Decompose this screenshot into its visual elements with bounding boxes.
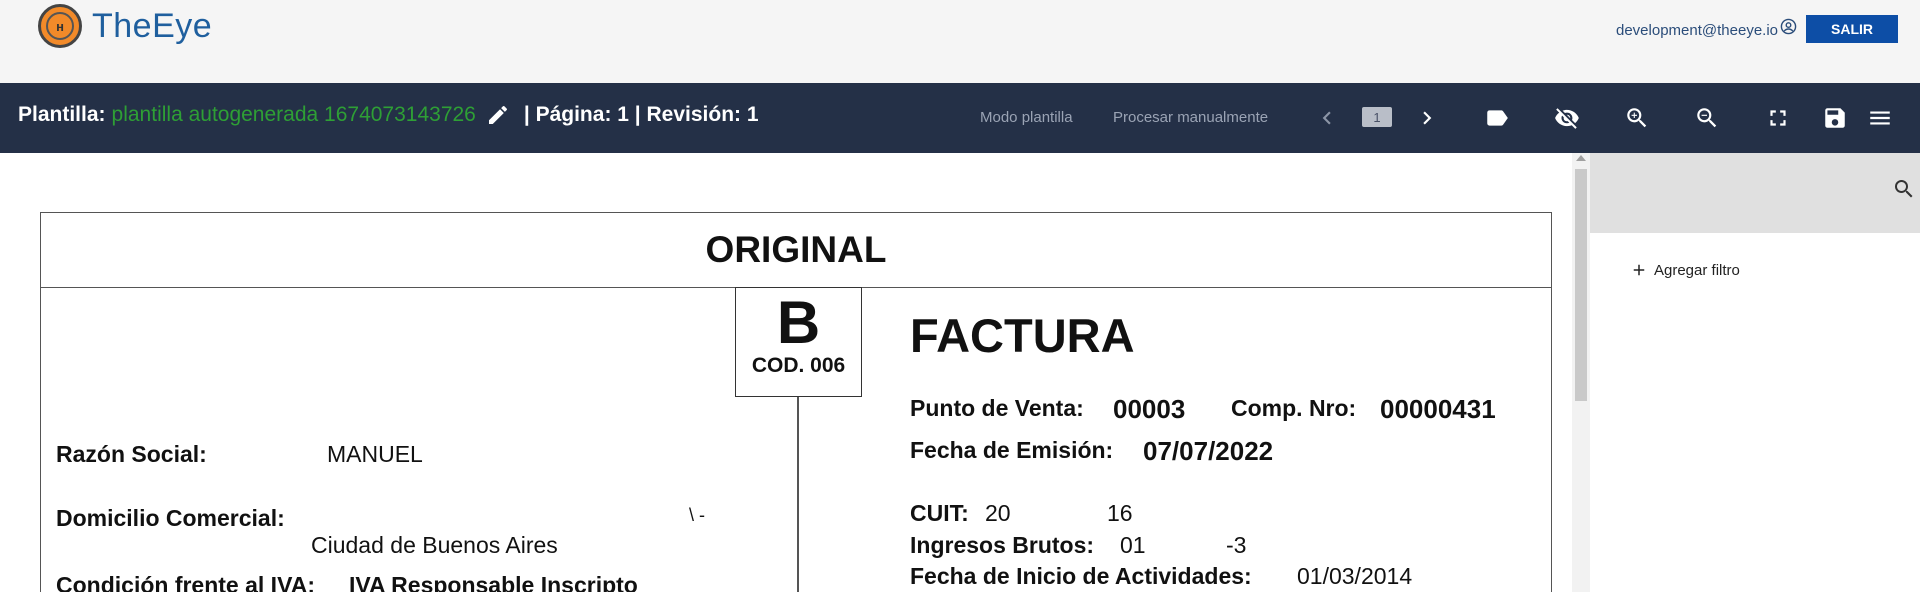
edit-pencil-icon[interactable] [486,103,510,127]
save-icon[interactable] [1822,105,1848,131]
logout-button[interactable]: SALIR [1806,15,1898,43]
scroll-up-arrow-icon[interactable] [1576,155,1586,161]
label-tag-icon[interactable] [1484,105,1510,131]
activity-start-value: 01/03/2014 [1297,563,1413,589]
fullscreen-icon[interactable] [1765,105,1791,131]
page-revision-info: | Página: 1 | Revisión: 1 [523,103,759,126]
comp-number-value: 00000431 [1380,394,1496,424]
top-header: ʜ TheEye development@theeye.io SALIR [0,0,1920,83]
invoice-page: ORIGINAL B COD. 006 Razón Social: MANUEL… [40,212,1552,592]
column-divider [797,397,799,592]
activity-start-label: Fecha de Inicio de Actividades: [910,563,1252,589]
gross-income-prefix: 01 [1120,532,1146,558]
chevron-right-icon[interactable] [1414,105,1440,131]
template-mode-button[interactable]: Modo plantilla [980,109,1073,126]
city-value: Ciudad de Buenos Aires [311,532,558,558]
template-label: Plantilla: [18,103,106,126]
cuit-prefix: 20 [985,500,1011,526]
iva-condition-label: Condición frente al IVA: [56,572,315,592]
gross-income-suffix: -3 [1226,532,1247,558]
menu-icon[interactable] [1867,105,1893,131]
add-filter-button[interactable]: Agregar filtro [1630,261,1740,279]
document-scrollbar[interactable] [1572,153,1590,592]
iva-condition-value: IVA Responsable Inscripto [349,572,638,592]
app-logo[interactable]: ʜ TheEye [38,4,212,48]
cuit-suffix: 16 [1107,500,1133,526]
zoom-in-icon[interactable] [1624,105,1650,131]
manual-process-button[interactable]: Procesar manualmente [1113,109,1268,126]
document-viewer[interactable]: ORIGINAL B COD. 006 Razón Social: MANUEL… [0,153,1590,592]
chevron-left-icon[interactable] [1314,105,1340,131]
address-label: Domicilio Comercial: [56,505,285,531]
address-fragment: \ - [689,505,705,525]
business-name-value: MANUEL [327,441,423,467]
point-of-sale-value: 00003 [1113,394,1186,424]
invoice-type-box: B COD. 006 [735,287,862,397]
app-name: TheEye [92,6,213,45]
document-title: FACTURA [910,309,1135,362]
issue-date-value: 07/07/2022 [1143,436,1274,466]
plus-icon [1633,264,1645,276]
search-icon[interactable] [1892,177,1916,201]
issue-date-label: Fecha de Emisión: [910,437,1114,463]
business-name-label: Razón Social: [56,441,207,467]
comp-number-label: Comp. Nro: [1231,395,1357,421]
gross-income-label: Ingresos Brutos: [910,532,1095,558]
add-filter-label: Agregar filtro [1654,261,1740,279]
invoice-type-code: COD. 006 [751,354,846,377]
page-number-input[interactable]: 1 [1362,107,1392,127]
copy-label: ORIGINAL [41,213,1551,288]
cuit-label: CUIT: [910,500,969,526]
point-of-sale-label: Punto de Venta: [910,395,1084,421]
theeye-logo-icon: ʜ [38,4,82,48]
scrollbar-thumb[interactable] [1575,169,1587,401]
user-email: development@theeye.io [1616,22,1778,39]
visibility-off-icon[interactable] [1554,105,1580,131]
template-title: Plantilla: plantilla autogenerada 167407… [18,103,759,127]
document-toolbar: Plantilla: plantilla autogenerada 167407… [0,83,1920,153]
template-name: plantilla autogenerada 1674073143726 [111,103,476,126]
account-circle-icon[interactable] [1780,18,1797,35]
invoice-type-letter: B [776,289,821,356]
filter-panel-header [1590,153,1920,233]
zoom-out-icon[interactable] [1694,105,1720,131]
filter-panel: Agregar filtro [1590,153,1920,592]
